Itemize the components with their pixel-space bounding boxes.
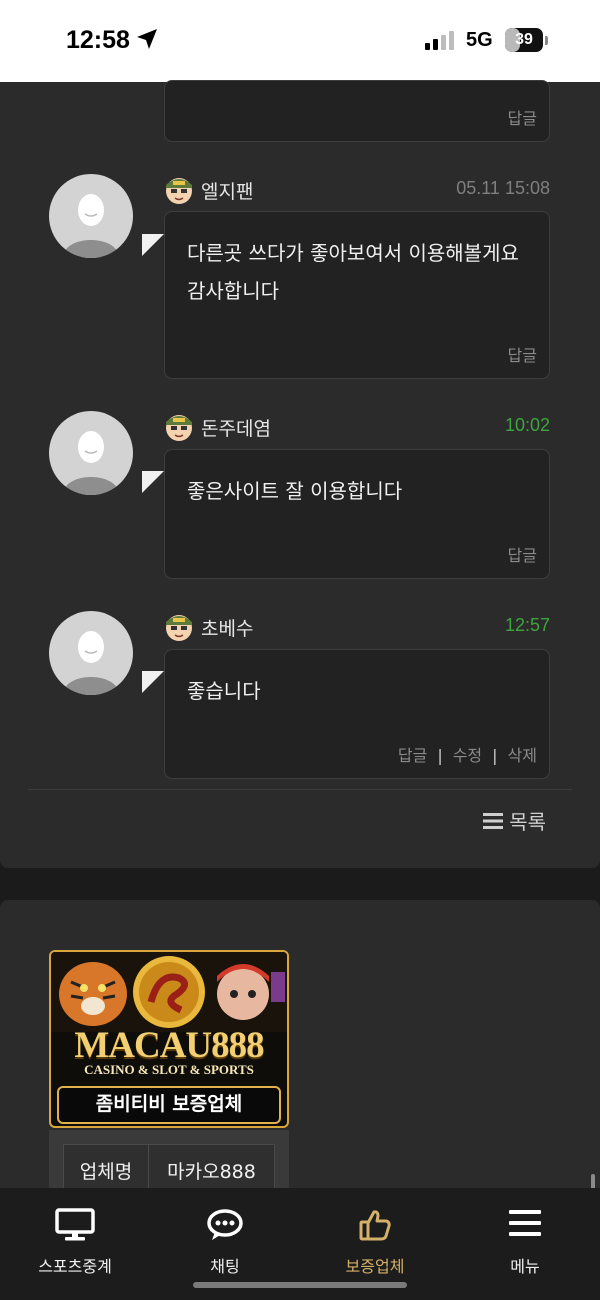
comment-time: 10:02 — [504, 415, 550, 435]
cellular-signal-icon — [425, 31, 454, 50]
comment-actions: 답글 — [508, 105, 537, 129]
comment-bubble: 다른곳 쓰다가 좋아보여서 이용해볼게요 감사합니다 답글 — [164, 211, 550, 379]
avatar — [49, 411, 133, 495]
divider — [28, 789, 572, 790]
nav-label: 스포츠중계 — [38, 1257, 112, 1276]
battery-icon: 39 — [505, 28, 543, 52]
bubble-tail — [142, 471, 164, 493]
comment-author[interactable]: 엘지팬 — [201, 177, 253, 204]
comment-time: 05.11 15:08 — [456, 178, 550, 198]
bubble-tail — [142, 234, 164, 256]
user-level-icon — [166, 415, 192, 441]
avatar — [49, 174, 133, 258]
location-arrow-icon — [137, 29, 157, 49]
reply-link[interactable]: 답글 — [398, 746, 427, 765]
reply-link[interactable]: 답글 — [508, 546, 537, 565]
reply-link[interactable]: 답글 — [508, 109, 537, 128]
battery-percent: 39 — [515, 31, 533, 48]
comment-text: 좋습니다 — [187, 679, 261, 703]
list-icon — [483, 812, 504, 829]
home-indicator — [193, 1282, 407, 1288]
action-separator: | — [437, 746, 443, 765]
avatar — [49, 611, 133, 695]
banner-tagline: CASINO & SLOT & SPORTS — [84, 1062, 254, 1077]
default-user-icon — [63, 194, 119, 258]
nav-label: 보증업체 — [345, 1257, 405, 1276]
thumbs-up-icon — [359, 1210, 391, 1241]
banner-brand: MACAU888 — [74, 1025, 264, 1066]
nav-label: 메뉴 — [510, 1257, 540, 1276]
comment-text: 좋은사이트 잘 이용합니다 — [187, 479, 403, 503]
default-user-icon — [63, 631, 119, 695]
action-separator: | — [492, 746, 498, 765]
user-level-icon — [166, 615, 192, 641]
comment-time: 12:57 — [504, 615, 550, 635]
user-level-icon — [166, 178, 192, 204]
hamburger-menu-icon — [509, 1210, 541, 1236]
comment-bubble: 좋습니다 답글 | 수정 | 삭제 — [164, 649, 550, 779]
comment-actions: 답글 | 수정 | 삭제 — [398, 742, 537, 766]
edit-link[interactable]: 수정 — [453, 746, 482, 765]
partner-banner[interactable]: MACAU888 CASINO & SLOT & SPORTS 좀비티비 보증업… — [49, 950, 289, 1128]
comment-author[interactable]: 돈주데염 — [201, 414, 271, 441]
monitor-icon — [55, 1208, 95, 1241]
comment-actions: 답글 — [508, 542, 537, 566]
status-time: 12:58 — [66, 26, 130, 54]
status-bar: 12:58 5G 39 — [0, 0, 600, 82]
battery-tip — [545, 36, 548, 45]
bubble-tail — [142, 671, 164, 693]
reply-link[interactable]: 답글 — [508, 346, 537, 365]
banner-artwork — [51, 952, 287, 1032]
comment-actions: 답글 — [508, 342, 537, 366]
comments-panel: 답글 엘지팬 05.11 15:08 다른곳 쓰다가 좋아보여서 이용해볼게요 … — [0, 80, 600, 868]
comment-author[interactable]: 초베수 — [201, 614, 253, 641]
delete-link[interactable]: 삭제 — [508, 746, 537, 765]
network-type: 5G — [466, 29, 493, 51]
nav-label: 채팅 — [210, 1257, 240, 1276]
banner-cert-label: 좀비티비 보증업체 — [57, 1086, 281, 1124]
nav-menu[interactable]: 메뉴 — [450, 1188, 600, 1300]
list-button[interactable]: 목록 — [483, 806, 546, 835]
comment-bubble: 좋은사이트 잘 이용합니다 답글 — [164, 449, 550, 579]
comment-bubble: 답글 — [164, 80, 550, 142]
list-button-label: 목록 — [509, 810, 546, 834]
chat-bubble-icon — [207, 1209, 243, 1240]
nav-sports-broadcast[interactable]: 스포츠중계 — [0, 1188, 150, 1300]
default-user-icon — [63, 431, 119, 495]
comment-text: 다른곳 쓰다가 좋아보여서 이용해볼게요 감사합니다 — [187, 241, 519, 303]
